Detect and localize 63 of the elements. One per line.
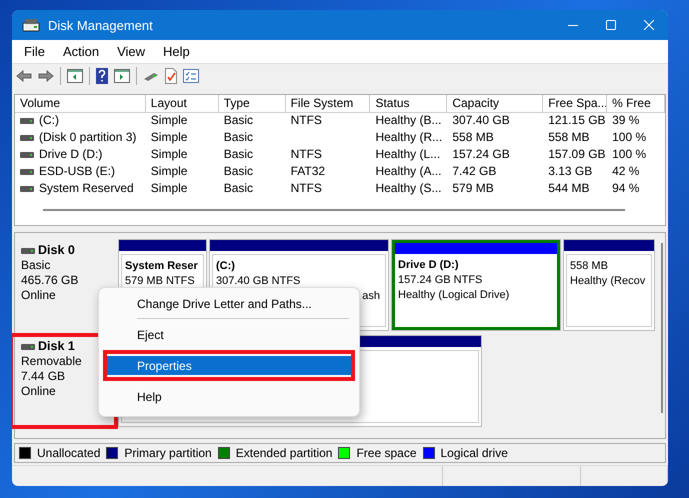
table-cell: Healthy (B... — [375, 113, 442, 128]
table-cell: 558 MB — [548, 130, 590, 145]
table-cell: Basic — [224, 181, 254, 196]
disk-name: Disk 1 — [38, 339, 75, 354]
partition-info: Healthy (Recov — [570, 274, 646, 289]
partition-info: ash — [362, 289, 380, 304]
table-cell: Simple — [150, 113, 188, 128]
table-cell: 94 % — [612, 181, 640, 196]
disk-info: Online — [21, 288, 57, 303]
legend-label: Free space — [356, 446, 416, 460]
table-cell: ESD-USB (E:) — [39, 164, 116, 179]
table-cell: 3.13 GB — [548, 164, 592, 179]
table-cell: 100 % — [612, 130, 646, 145]
table-cell: 121.15 GB — [548, 113, 606, 128]
table-cell: 157.24 GB — [452, 147, 510, 162]
partition-info: Healthy (Logical Drive) — [398, 288, 510, 303]
partition-name: System Reser — [125, 259, 199, 274]
partition-info: 579 MB NTFS — [125, 274, 196, 289]
legend-label: Unallocated — [37, 446, 100, 460]
table-cell: 157.09 GB — [548, 147, 606, 162]
table-cell: 579 MB — [452, 181, 494, 196]
table-cell: Basic — [224, 113, 254, 128]
table-cell: Basic — [224, 147, 254, 162]
window-title: Disk Management — [48, 18, 154, 32]
table-cell: Healthy (L... — [375, 147, 440, 162]
table-cell: 558 MB — [452, 130, 494, 145]
table-cell: Simple — [150, 164, 188, 179]
partition-name: (C:) — [216, 259, 236, 274]
table-cell: (Disk 0 partition 3) — [39, 130, 136, 145]
table-cell: Simple — [150, 181, 188, 196]
partition-info: 307.40 GB NTFS — [216, 274, 302, 289]
legend-label: Logical drive — [440, 446, 508, 460]
table-cell: Healthy (S... — [375, 181, 442, 196]
table-cell: Basic — [224, 130, 254, 145]
table-cell: Simple — [150, 147, 188, 162]
table-cell: FAT32 — [290, 164, 326, 179]
disk-info: Basic — [21, 258, 52, 273]
disk-name: Disk 0 — [38, 243, 75, 258]
table-cell: NTFS — [290, 181, 322, 196]
table-cell: Healthy (R... — [375, 130, 442, 145]
table-cell: (C:) — [39, 113, 59, 128]
table-cell: System Reserved — [39, 181, 134, 196]
partition-info: 558 MB — [570, 259, 609, 274]
table-cell: Healthy (A... — [375, 164, 442, 179]
partition-name: Drive D (D:) — [398, 258, 460, 273]
table-cell: 42 % — [612, 164, 640, 179]
table-cell: 7.42 GB — [452, 164, 496, 179]
table-cell: Basic — [224, 164, 254, 179]
table-cell: NTFS — [290, 147, 322, 162]
disk-info: 7.44 GB — [21, 369, 66, 384]
table-cell: 307.40 GB — [452, 113, 510, 128]
table-cell: NTFS — [290, 113, 322, 128]
partition-info: 157.24 GB NTFS — [398, 273, 484, 288]
table-cell: Simple — [150, 130, 188, 145]
legend-label: Extended partition — [236, 446, 332, 460]
table-cell: 39 % — [612, 113, 640, 128]
table-cell: Drive D (D:) — [39, 147, 102, 162]
table-cell: 100 % — [612, 147, 646, 162]
disk-info: Removable — [21, 354, 83, 369]
legend-label: Primary partition — [124, 446, 212, 460]
disk-info: 465.76 GB — [21, 273, 80, 288]
table-cell: 544 MB — [548, 181, 590, 196]
disk-info: Online — [21, 384, 57, 399]
